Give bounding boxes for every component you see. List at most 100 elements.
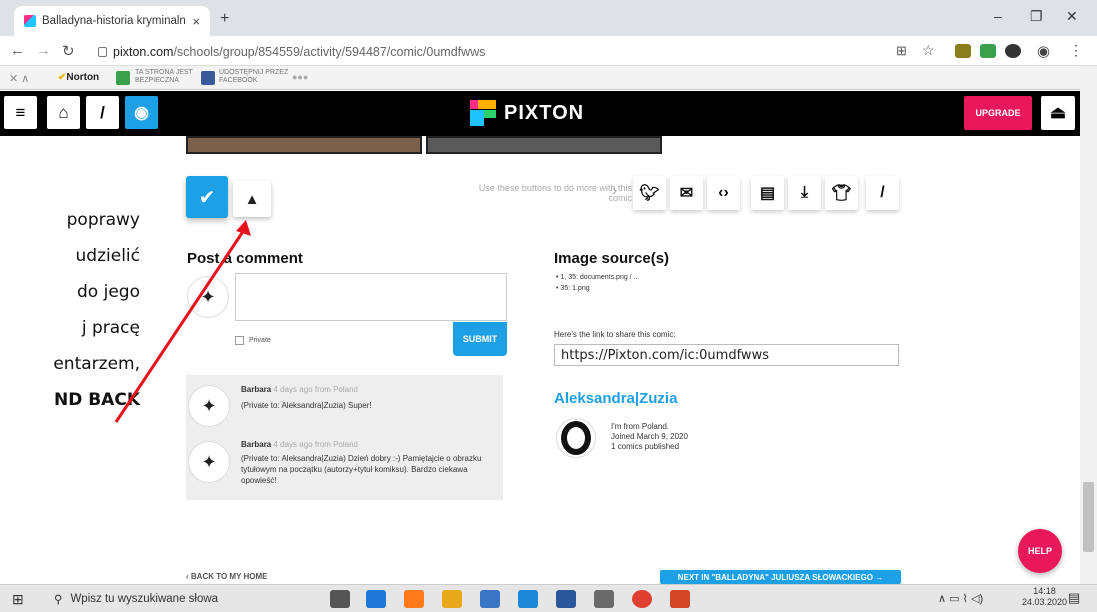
tshirt-merch-icon[interactable]: 👕︎ bbox=[825, 176, 858, 210]
image-source-item: • 35: 1.png bbox=[556, 285, 590, 292]
logout-eject-icon[interactable]: ⏏ bbox=[1041, 96, 1075, 130]
comic-panel bbox=[426, 136, 662, 154]
pixton-logo-icon bbox=[470, 100, 496, 126]
private-label: Private bbox=[249, 337, 271, 344]
author-name-link[interactable]: Aleksandra|Zuzia bbox=[554, 390, 677, 407]
lock-icon bbox=[98, 47, 107, 57]
taskbar-clock[interactable]: 14:18 24.03.2020 bbox=[1022, 586, 1067, 608]
pixton-favicon-icon bbox=[24, 15, 36, 27]
translate-icon[interactable]: ⊞ bbox=[896, 43, 907, 59]
minimize-button[interactable]: – bbox=[994, 8, 1002, 24]
twitter-icon[interactable]: 🐦︎ bbox=[633, 176, 666, 210]
norton-extension-icon[interactable] bbox=[980, 44, 996, 58]
norton-logo: ✔Norton bbox=[58, 72, 100, 83]
system-tray-icons[interactable]: ∧ ▭ ⌇ ◁) bbox=[938, 592, 983, 605]
comment-author: Barbara 4 days ago from Poland bbox=[241, 385, 358, 394]
back-arrow-icon[interactable]: ← bbox=[10, 42, 25, 59]
safe-page-label: TA STRONA JEST BEZPIECZNA bbox=[135, 69, 193, 84]
close-icon[interactable]: ✕ ∧ bbox=[9, 72, 29, 85]
safe-check-icon bbox=[116, 71, 130, 85]
powerpoint-icon[interactable] bbox=[670, 590, 690, 608]
commenter-avatar: ✦ bbox=[188, 385, 230, 427]
firefox-icon[interactable] bbox=[404, 590, 424, 608]
extension-icon[interactable] bbox=[955, 44, 971, 58]
taskbar-search-field[interactable]: ⚲ Wpisz tu wyszukiwane słowa bbox=[42, 588, 298, 610]
search-icon: ⚲ bbox=[54, 594, 63, 606]
image-source-item: • 1, 35: documents.png / ... bbox=[556, 274, 640, 281]
windows-start-icon[interactable]: ⊞ bbox=[12, 591, 24, 608]
new-tab-button[interactable]: + bbox=[220, 10, 229, 28]
pixton-logo[interactable]: PIXTON bbox=[470, 100, 584, 126]
author-joined: Joined March 9, 2020 bbox=[611, 432, 688, 441]
store-icon[interactable] bbox=[480, 590, 500, 608]
download-icon[interactable]: ⤓ bbox=[788, 176, 821, 210]
facebook-icon[interactable] bbox=[201, 71, 215, 85]
paint-icon[interactable] bbox=[594, 590, 614, 608]
comment-text: (Private to: Aleksandra|Zuzia) Super! bbox=[241, 401, 372, 410]
user-avatar: ✦ bbox=[187, 276, 229, 318]
embed-code-icon[interactable]: ‹› bbox=[707, 176, 740, 210]
menu-dots-icon[interactable]: ⋮ bbox=[1069, 42, 1083, 59]
close-window-button[interactable]: ✕ bbox=[1066, 8, 1078, 25]
commenter-avatar: ✦ bbox=[188, 441, 230, 483]
comment-author: Barbara 4 days ago from Poland bbox=[241, 440, 358, 449]
author-location: I'm from Poland. bbox=[611, 422, 669, 431]
submit-button[interactable]: SUBMIT bbox=[453, 322, 507, 356]
browser-tab[interactable]: Balladyna-historia kryminalna by × bbox=[14, 6, 210, 36]
task-view-icon[interactable] bbox=[330, 590, 350, 608]
tab-close-icon[interactable]: × bbox=[192, 14, 200, 29]
next-comic-button[interactable]: NEXT IN "BALLADYNA" JULIUSZA SŁOWACKIEGO… bbox=[660, 570, 901, 584]
home-icon[interactable]: ⌂ bbox=[47, 96, 80, 129]
url-path: /schools/group/854559/activity/594487/co… bbox=[173, 45, 486, 59]
author-comics-count: 1 comics published bbox=[611, 442, 680, 451]
comment-input[interactable] bbox=[235, 273, 507, 321]
doc-text-line: poprawy bbox=[66, 210, 140, 230]
post-comment-heading: Post a comment bbox=[187, 250, 303, 267]
comments-list: ✦ Barbara 4 days ago from Poland (Privat… bbox=[186, 375, 503, 500]
image-sources-heading: Image source(s) bbox=[554, 250, 670, 267]
doc-text-line: do jego bbox=[77, 282, 140, 302]
share-link-label: Here's the link to share this comic: bbox=[554, 330, 676, 339]
chevron-right-icon: › bbox=[612, 182, 618, 199]
private-checkbox[interactable] bbox=[235, 336, 244, 345]
edit-pencil-icon[interactable]: / bbox=[866, 176, 899, 210]
edge-icon[interactable] bbox=[366, 590, 386, 608]
profile-icon[interactable]: ◉ bbox=[1037, 42, 1050, 60]
bookmark-star-icon[interactable]: ☆ bbox=[922, 42, 935, 59]
upgrade-button[interactable]: UPGRADE bbox=[964, 96, 1032, 130]
share-link-field[interactable]: https://Pixton.com/ic:0umdfwws bbox=[554, 344, 899, 366]
pixton-logo-text: PIXTON bbox=[504, 101, 585, 124]
more-dots-icon[interactable]: ●●● bbox=[292, 72, 308, 82]
comic-panel bbox=[186, 136, 422, 154]
doc-text-line: j pracę bbox=[81, 318, 140, 338]
share-facebook-label[interactable]: UDOSTĘPNIJ PRZEZ FACEBOOK bbox=[219, 69, 288, 85]
file-explorer-icon[interactable] bbox=[442, 590, 462, 608]
send-back-warning-button[interactable]: ▲ bbox=[233, 181, 271, 217]
doc-text-line: ND BACK bbox=[53, 390, 140, 410]
comment-text: (Private to: Aleksandra|Zuzia) Dzień dob… bbox=[241, 454, 482, 485]
hamburger-menu-icon[interactable]: ≡ bbox=[4, 96, 37, 129]
print-icon[interactable]: ▤ bbox=[751, 176, 784, 210]
notifications-icon[interactable]: ▤ bbox=[1068, 590, 1080, 606]
share-buttons-hint: Use these buttons to do more with this c… bbox=[478, 183, 632, 203]
tab-title: Balladyna-historia kryminalna by bbox=[42, 15, 186, 27]
approve-check-button[interactable]: ✔ bbox=[186, 176, 228, 218]
forward-arrow-icon[interactable]: → bbox=[36, 42, 51, 59]
help-button[interactable]: HELP bbox=[1018, 529, 1062, 573]
doc-text-line: entarzem, bbox=[53, 354, 140, 374]
url-host: pixton.com bbox=[113, 45, 174, 59]
scrollbar-thumb[interactable] bbox=[1083, 482, 1094, 552]
url-field[interactable]: pixton.com/schools/group/854559/activity… bbox=[98, 41, 938, 63]
extension-icon[interactable] bbox=[1005, 44, 1021, 58]
author-avatar[interactable] bbox=[556, 418, 596, 458]
back-to-home-link[interactable]: ‹ BACK TO MY HOME bbox=[186, 572, 268, 581]
doc-text-line: udzielić bbox=[75, 246, 140, 266]
reload-icon[interactable]: ↻ bbox=[62, 42, 75, 60]
view-eye-icon[interactable]: ◉ bbox=[125, 96, 158, 129]
mail-icon[interactable] bbox=[518, 590, 538, 608]
word-icon[interactable] bbox=[556, 590, 576, 608]
restore-button[interactable]: ❐ bbox=[1030, 8, 1043, 25]
chrome-icon[interactable] bbox=[632, 590, 652, 608]
pencil-icon[interactable]: / bbox=[86, 96, 119, 129]
email-icon[interactable]: ✉ bbox=[670, 176, 703, 210]
